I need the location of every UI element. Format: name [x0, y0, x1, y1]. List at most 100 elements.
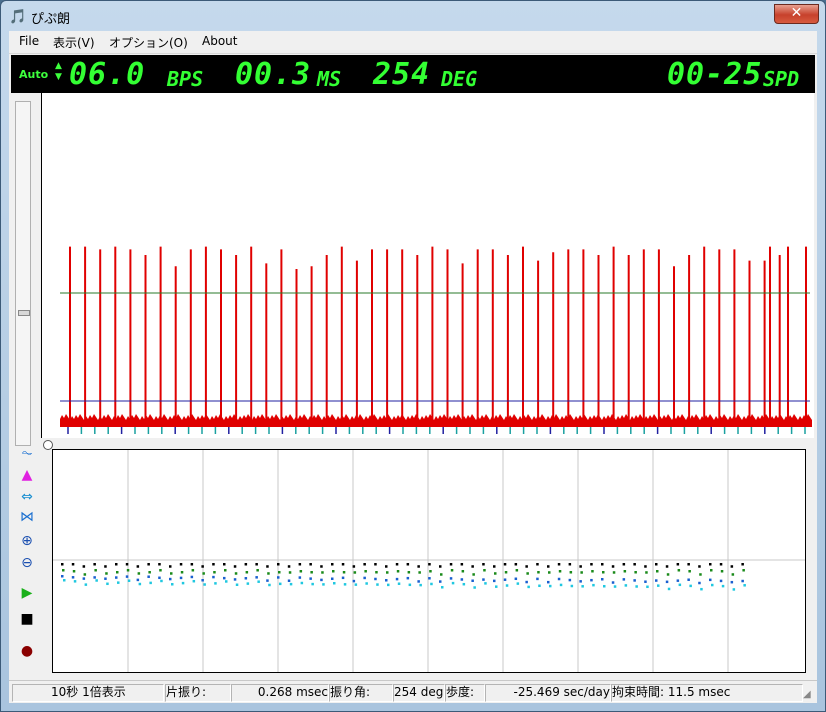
rate-dot-black	[82, 565, 86, 568]
rate-dot-green	[537, 571, 540, 574]
rate-dot-green	[116, 571, 119, 574]
auto-label[interactable]: Auto	[19, 68, 48, 81]
rate-dot-green	[666, 573, 670, 576]
rate-dot-black	[104, 565, 107, 568]
rate-dot-cyan	[300, 581, 304, 585]
rate-dot-cyan	[743, 584, 746, 587]
status-angle-value: 254 deg	[393, 684, 445, 702]
rate-dot-black	[406, 563, 410, 566]
rate-dot-black	[320, 565, 323, 568]
rate-dot-black	[579, 565, 582, 568]
resize-grip-icon[interactable]: ◢	[803, 689, 815, 701]
gain-slider-thumb[interactable]	[18, 310, 30, 316]
rate-dot-blue	[233, 578, 237, 581]
rate-dot-blue	[482, 578, 485, 581]
rate-dot-black	[223, 563, 226, 566]
deg-unit: DEG	[441, 67, 478, 91]
rate-dot-green	[472, 573, 475, 576]
rate-dot-green	[256, 569, 259, 572]
rate-dot-green	[396, 570, 400, 573]
rate-dot-cyan	[268, 583, 271, 587]
rate-dot-black	[125, 563, 129, 566]
rate-dot-blue	[406, 576, 410, 580]
status-bar: 10秒 1倍表示 片振り: 0.268 msec 振り角: 254 deg 歩度…	[9, 680, 817, 703]
rate-dot-blue	[320, 578, 323, 582]
digital-readout: Auto ▲ ▼ 06.0 BPS 00.3 MS 254 DEG 00-25 S…	[11, 55, 815, 93]
rate-dot-green	[267, 572, 270, 575]
rate-dot-green	[278, 571, 281, 574]
rate-dot-green	[364, 570, 367, 573]
stop-icon[interactable]: ■	[15, 609, 39, 629]
title-bar[interactable]: 🎵 ぴぷ朗 ✕	[1, 1, 825, 31]
rate-dot-black	[309, 563, 312, 566]
rate-dot-blue	[82, 577, 86, 580]
rate-dot-blue	[201, 579, 204, 582]
rate-dot-cyan	[246, 582, 250, 585]
menu-file[interactable]: File	[19, 34, 39, 48]
rate-dot-blue	[71, 576, 75, 579]
rate-dot-cyan	[160, 579, 163, 583]
rate-dot-black	[385, 565, 388, 568]
rate-unit: SPD	[763, 67, 800, 91]
rate-dot-cyan	[149, 581, 152, 585]
rate-dot-blue	[665, 580, 669, 584]
auto-spinner-icon[interactable]: ▲ ▼	[55, 61, 62, 83]
rate-dot-cyan	[408, 583, 412, 587]
status-span: 10秒 1倍表示	[12, 684, 164, 702]
menu-view[interactable]: 表示(V)	[53, 34, 95, 51]
rate-dot-blue	[525, 580, 528, 584]
rate-dot-black	[115, 563, 118, 566]
rate-dot-blue	[179, 576, 183, 580]
rate-dot-cyan	[613, 585, 617, 588]
record-icon[interactable]: ●	[15, 641, 39, 661]
rate-dot-blue	[579, 580, 582, 583]
menu-options[interactable]: オプション(O)	[109, 34, 188, 51]
rate-dot-black	[503, 563, 507, 566]
menu-about[interactable]: About	[202, 34, 237, 48]
zoom-out-icon[interactable]: ⊖	[15, 553, 39, 573]
shrink-horizontal-icon[interactable]: ⋈	[15, 507, 39, 527]
close-button[interactable]: ✕	[774, 4, 819, 24]
rate-dot-blue	[622, 578, 626, 581]
rate-dot-blue	[298, 576, 302, 579]
rate-dot-cyan	[419, 583, 422, 587]
window-title: ぴぷ朗	[31, 12, 71, 27]
rate-dot-blue	[471, 579, 474, 582]
rate-dot-green	[710, 569, 713, 572]
rate-dot-green	[202, 572, 205, 575]
status-rate-label: 歩度:	[445, 684, 485, 702]
rate-dot-black	[525, 565, 528, 568]
rate-dot-green	[461, 570, 465, 573]
rate-dot-black	[655, 563, 658, 566]
rate-dot-black	[61, 563, 64, 566]
rate-dot-cyan	[538, 584, 541, 588]
rate-dot-black	[449, 563, 453, 566]
rate-dot-blue	[61, 575, 64, 578]
rate-dot-black	[341, 563, 345, 566]
rate-dot-green	[580, 571, 583, 574]
rate-dot-green	[375, 571, 378, 574]
histogram-icon[interactable]: ▲	[15, 465, 39, 485]
rate-dot-blue	[730, 580, 734, 584]
rate-dot-cyan	[171, 583, 174, 586]
gain-slider[interactable]	[15, 101, 31, 446]
rate-dot-black	[298, 563, 302, 566]
rate-dot-blue	[417, 580, 420, 583]
waveform-plot	[60, 246, 812, 434]
rate-dot-cyan	[441, 586, 444, 589]
rate-dot-cyan	[365, 582, 368, 585]
rate-dot-green	[612, 571, 616, 574]
waveform-toggle-icon[interactable]: ⏦	[15, 443, 39, 463]
expand-horizontal-icon[interactable]: ⇔	[15, 487, 39, 507]
rate-dot-black	[730, 565, 734, 568]
rate-dot-black	[709, 563, 712, 566]
zoom-in-icon[interactable]: ⊕	[15, 531, 39, 551]
rate-dot-cyan	[322, 583, 325, 586]
rate-dot-black	[352, 565, 356, 568]
rate-dot-blue	[125, 575, 129, 578]
rate-dot-blue	[611, 581, 615, 584]
rate-dot-blue	[633, 579, 636, 582]
rate-dot-green	[299, 570, 303, 573]
play-icon[interactable]: ▶	[15, 583, 39, 603]
rate-dot-blue	[741, 579, 744, 583]
